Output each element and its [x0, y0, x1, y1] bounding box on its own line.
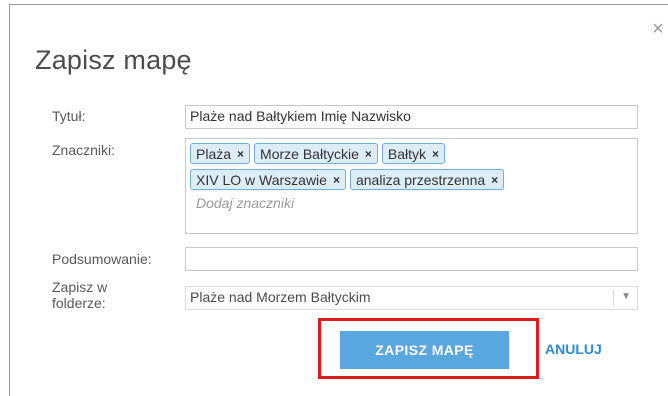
folder-label-line: folderze: [52, 295, 106, 311]
tag-chip: Plaża × [190, 143, 251, 164]
tags-input[interactable]: Dodaj znaczniki [196, 195, 633, 211]
select-divider [613, 289, 614, 306]
tag-remove-icon[interactable]: × [491, 173, 498, 187]
tags-field[interactable]: Plaża × Morze Bałtyckie × Bałtyk × XIV L… [185, 138, 638, 234]
tag-remove-icon[interactable]: × [237, 147, 244, 161]
cancel-button[interactable]: ANULUJ [545, 341, 602, 357]
save-map-button[interactable]: ZAPISZ MAPĘ [340, 331, 509, 369]
tag-label: XIV LO w Warszawie [196, 171, 327, 188]
tag-label: analiza przestrzenna [355, 171, 486, 188]
folder-label: Zapisz w folderze: [52, 279, 107, 311]
tag-remove-icon[interactable]: × [333, 173, 340, 187]
chevron-down-icon[interactable]: ▼ [621, 291, 631, 302]
dialog-title: Zapisz mapę [35, 45, 192, 75]
folder-selected-value: Plaże nad Morzem Bałtyckim [190, 289, 371, 305]
tag-label: Plaża [196, 145, 232, 162]
title-field[interactable]: Plaże nad Bałtykiem Imię Nazwisko [185, 105, 638, 129]
close-icon[interactable]: × [649, 19, 667, 39]
tag-chip: XIV LO w Warszawie × [190, 169, 346, 190]
tag-chip: Morze Bałtyckie × [254, 143, 378, 164]
summary-field[interactable] [185, 247, 638, 271]
tag-remove-icon[interactable]: × [432, 147, 439, 161]
tag-remove-icon[interactable]: × [365, 147, 372, 161]
folder-label-line: Zapisz w [52, 279, 108, 295]
folder-select[interactable]: Plaże nad Morzem Bałtyckim ▼ [185, 286, 638, 310]
title-label: Tytuł: [52, 108, 86, 124]
tag-label: Morze Bałtyckie [260, 145, 359, 162]
summary-label: Podsumowanie: [52, 251, 152, 267]
tag-chip: analiza przestrzenna × [349, 169, 505, 190]
title-input[interactable]: Plaże nad Bałtykiem Imię Nazwisko [186, 106, 637, 127]
tag-chip: Bałtyk × [381, 143, 446, 164]
tags-label: Znaczniki: [52, 142, 116, 158]
tag-label: Bałtyk [387, 145, 426, 162]
